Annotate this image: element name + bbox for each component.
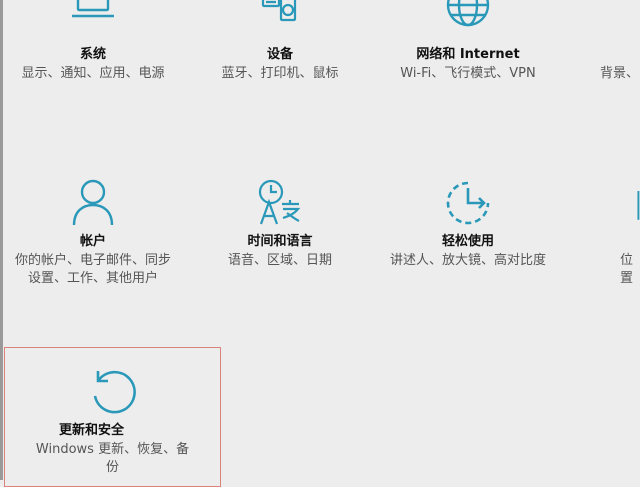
tile-network[interactable]: 网络和 Internet Wi-Fi、飞行模式、VPN	[378, 0, 558, 120]
tile-network-desc: Wi-Fi、飞行模式、VPN	[400, 66, 536, 81]
tile-system-title: 系统	[79, 47, 106, 62]
tile-ease-of-access[interactable]: 轻松使用 讲述人、放大镜、高对比度	[378, 178, 558, 308]
tile-devices-title: 设备	[266, 47, 293, 62]
tile-devices[interactable]: 设备 蓝牙、打印机、鼠标	[190, 0, 370, 120]
tile-personalization-desc: 背景、	[600, 66, 640, 81]
tile-ease-of-access-desc: 讲述人、放大镜、高对比度	[389, 253, 546, 268]
tile-update-security-desc: Windows 更新、恢复、备份	[35, 442, 190, 475]
person-icon	[68, 178, 118, 228]
devices-icon	[255, 0, 305, 30]
tile-privacy[interactable]: 位置	[580, 178, 640, 308]
tile-accounts-title: 帐户	[79, 234, 106, 249]
tile-time-language-title: 时间和语言	[247, 234, 313, 249]
privacy-icon	[636, 178, 640, 228]
tile-privacy-desc: 位置	[620, 253, 634, 286]
time-language-icon	[255, 178, 305, 228]
tile-update-security[interactable]: 更新和安全 Windows 更新、恢复、备份	[4, 347, 221, 487]
tile-personalization[interactable]: 背景、	[580, 0, 640, 120]
globe-icon	[443, 0, 493, 30]
tile-accounts[interactable]: 帐户 你的帐户、电子邮件、同步设置、工作、其他用户	[3, 178, 183, 308]
tile-ease-of-access-title: 轻松使用	[441, 234, 494, 249]
tile-time-language-desc: 语音、区域、日期	[227, 253, 332, 268]
tile-devices-desc: 蓝牙、打印机、鼠标	[221, 66, 339, 81]
tile-system[interactable]: 系统 显示、通知、应用、电源	[3, 0, 183, 120]
laptop-icon	[68, 0, 118, 30]
tile-system-desc: 显示、通知、应用、电源	[21, 66, 165, 81]
update-icon	[88, 366, 138, 416]
tile-network-title: 网络和 Internet	[416, 47, 520, 62]
ease-of-access-icon	[443, 178, 493, 228]
tile-accounts-desc: 你的帐户、电子邮件、同步设置、工作、其他用户	[14, 253, 171, 286]
tile-update-security-title: 更新和安全	[59, 423, 125, 438]
tile-time-language[interactable]: 时间和语言 语音、区域、日期	[190, 178, 370, 308]
